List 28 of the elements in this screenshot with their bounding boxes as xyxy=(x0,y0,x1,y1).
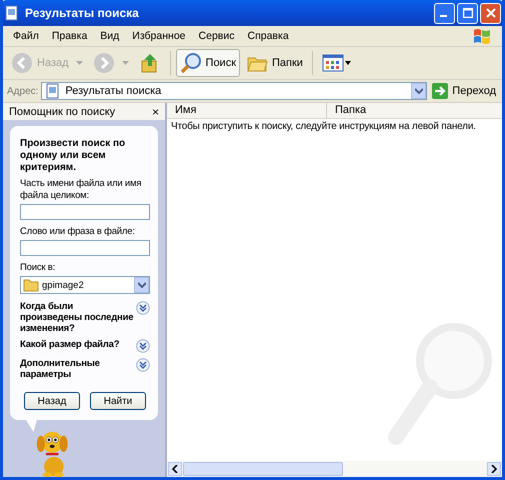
empty-list-message: Чтобы приступить к поиску, следуйте инструкциям на левой панели. xyxy=(170,120,477,132)
instruction-heading: Произвести поиск по одному или всем критериям. xyxy=(20,138,126,174)
window-title: Результаты поиска xyxy=(25,6,140,20)
column-header[interactable]: Имя xyxy=(167,103,327,118)
pane-button[interactable]: Найти xyxy=(90,392,146,410)
pane-button[interactable]: Назад xyxy=(24,392,80,410)
section-link[interactable]: Дополнительные параметры xyxy=(20,358,134,380)
menu-item[interactable]: Сервис xyxy=(198,30,234,42)
look-in-dropdown[interactable]: gpimage2 xyxy=(20,276,150,294)
field-label: Поиск в: xyxy=(20,262,56,274)
folders-button[interactable]: Папки xyxy=(242,49,307,77)
menu-item[interactable]: Файл xyxy=(13,30,39,42)
section-link[interactable]: Какой размер файла? xyxy=(20,339,134,350)
pane-close-button[interactable]: × xyxy=(152,106,159,118)
field-label: Слово или фраза в файле: xyxy=(20,226,136,238)
pane-title: Помощник по поиску xyxy=(9,106,116,118)
menu-item[interactable]: Вид xyxy=(100,30,120,42)
menu-item[interactable]: Правка xyxy=(52,30,88,42)
address-field[interactable]: Результаты поиска xyxy=(41,82,428,100)
column-header[interactable]: Папка xyxy=(327,103,487,118)
address-value: Результаты поиска xyxy=(65,85,162,97)
field-label: Часть имени файла или имя файла целиком: xyxy=(20,178,142,202)
search-button[interactable]: Поиск xyxy=(176,49,240,77)
menu-item[interactable]: Справка xyxy=(247,30,289,42)
section-link[interactable]: Когда были произведены последние изменения? xyxy=(20,301,134,334)
go-button[interactable]: Переход xyxy=(430,83,498,99)
menu-item[interactable]: Избранное xyxy=(132,30,186,42)
address-label: Адрес: xyxy=(7,86,38,96)
